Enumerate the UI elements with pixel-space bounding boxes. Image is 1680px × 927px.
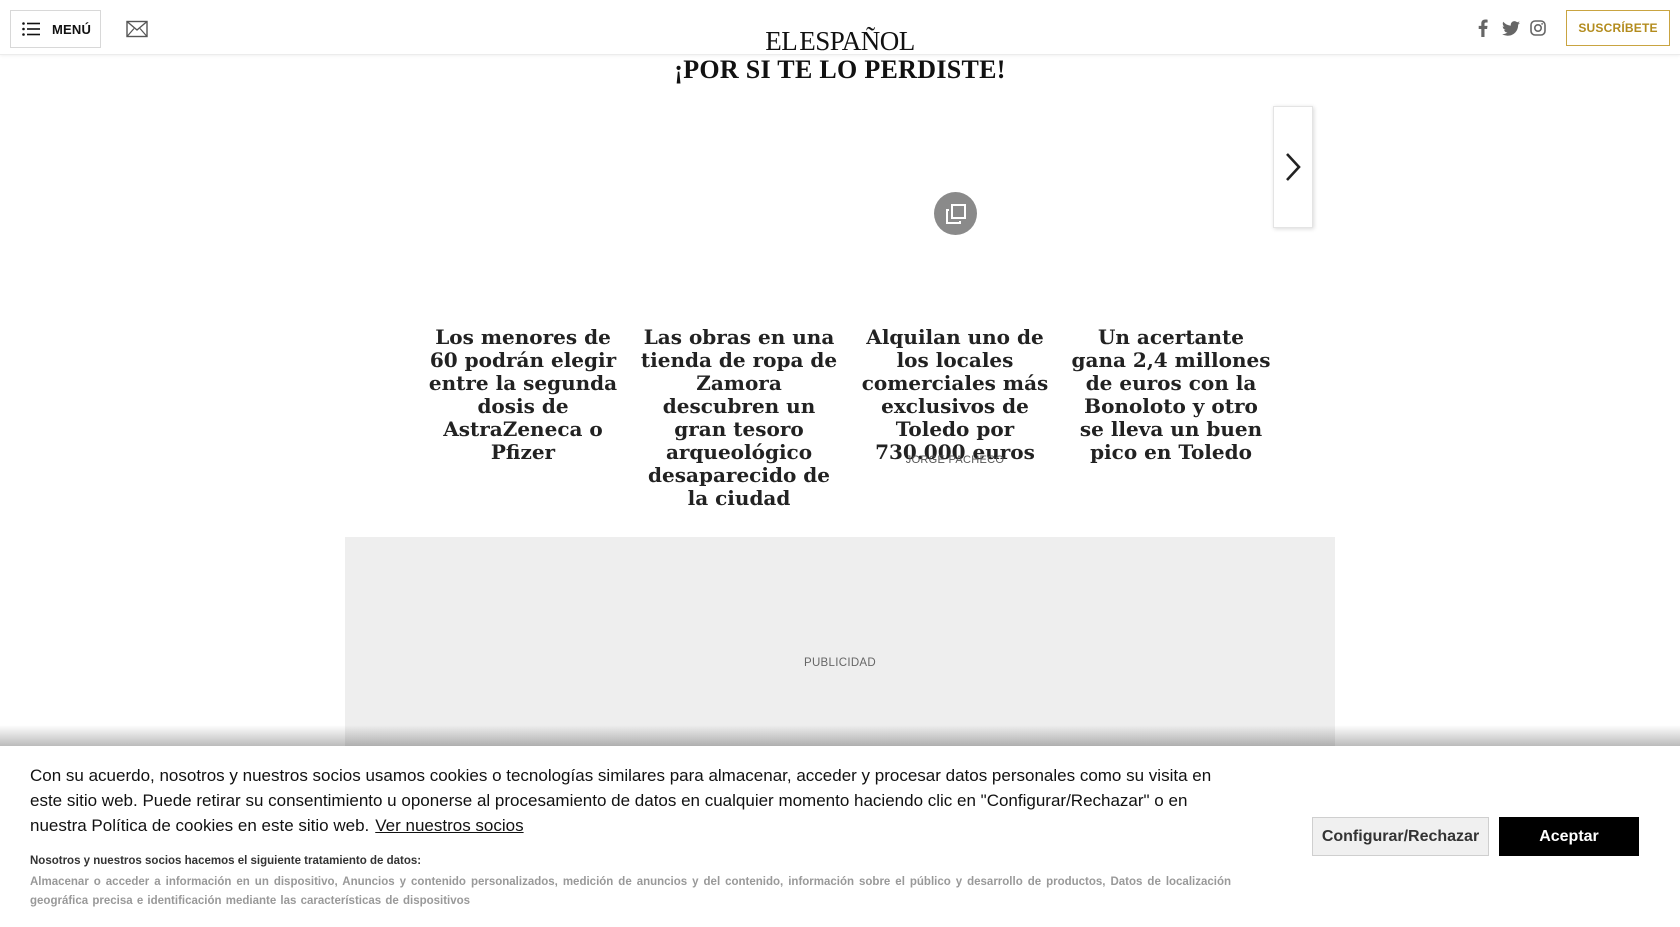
subscribe-button[interactable]: SUSCRÍBETE (1566, 10, 1670, 46)
cookie-banner-shadow (0, 725, 1680, 747)
cookie-message-text: Con su acuerdo, nosotros y nuestros soci… (30, 766, 1212, 835)
menu-button[interactable]: MENÚ (10, 10, 101, 48)
cookie-message: Con su acuerdo, nosotros y nuestros soci… (30, 763, 1240, 838)
logo-text-right: ESPAÑOL (799, 25, 915, 56)
carousel-next-button[interactable] (1273, 106, 1313, 228)
accept-button[interactable]: Aceptar (1499, 817, 1639, 856)
card-title-1[interactable]: Los menores de 60 podrán elegir entre la… (423, 326, 623, 464)
instagram-icon[interactable] (1529, 18, 1547, 38)
facebook-icon[interactable] (1474, 18, 1492, 38)
menu-icon (22, 22, 40, 36)
logo-text-left: EL (765, 25, 798, 56)
gallery-icon (934, 192, 977, 235)
card-title-4[interactable]: Un acertante gana 2,4 millones de euros … (1071, 326, 1271, 464)
chevron-right-icon (1286, 153, 1301, 181)
cookie-subheading: Nosotros y nuestros socios hacemos el si… (30, 855, 422, 867)
cookie-purposes: Almacenar o acceder a información en un … (30, 876, 1231, 907)
ad-slot: PUBLICIDAD (345, 537, 1335, 752)
ad-label: PUBLICIDAD (803, 657, 877, 669)
card-title-3[interactable]: Alquilan uno de los locales comerciales … (855, 326, 1055, 464)
card-author-3[interactable]: JORGE PACHECO (855, 454, 1055, 466)
site-logo[interactable]: EL ESPAÑOL (765, 25, 915, 56)
partners-link[interactable]: Ver nuestros socios (375, 816, 523, 835)
section-title: ¡POR SI TE LO PERDISTE! (674, 55, 1006, 84)
twitter-icon[interactable] (1501, 18, 1521, 38)
site-header: MENÚ EL ESPAÑOL SUSCRÍBETE (0, 0, 1680, 56)
mail-icon[interactable] (126, 20, 148, 38)
card-title-2[interactable]: Las obras en una tienda de ropa de Zamor… (639, 326, 839, 510)
configure-reject-button[interactable]: Configurar/Rechazar (1312, 817, 1489, 856)
menu-label: MENÚ (52, 21, 92, 37)
